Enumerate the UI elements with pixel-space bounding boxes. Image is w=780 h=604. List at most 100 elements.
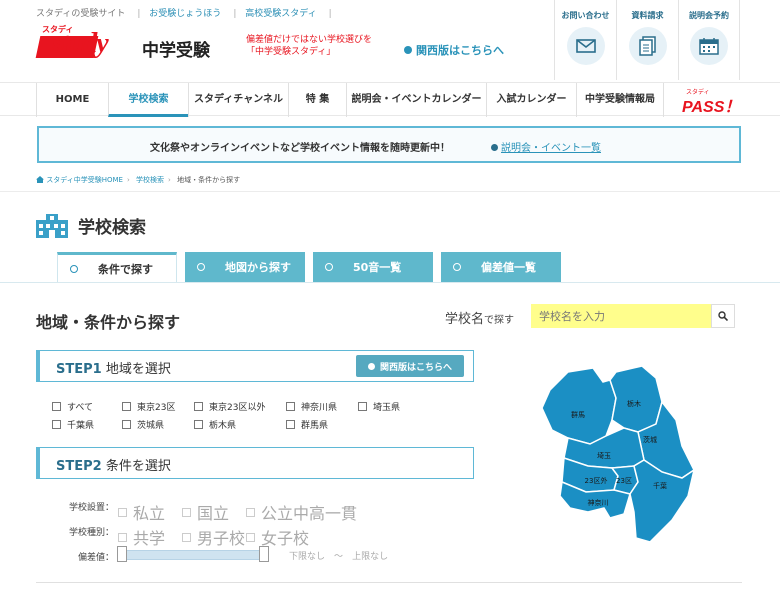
school-building-icon	[36, 213, 68, 238]
tab-gojuon-label: 50音一覧	[353, 261, 402, 274]
page-title: 学校検索	[36, 213, 146, 238]
option-boys[interactable]: 男子校	[182, 525, 245, 549]
home-icon	[36, 176, 44, 183]
nav-study-channel[interactable]: スタディチャンネル	[188, 83, 288, 117]
region-saitama[interactable]: 埼玉県	[358, 400, 400, 413]
event-list-link[interactable]: 説明会・イベント一覧	[491, 139, 601, 154]
tab-map[interactable]: 地図から探す	[185, 252, 305, 282]
option-public-integrated[interactable]: 公立中高一貫	[246, 500, 357, 524]
study-pass-link[interactable]: スタディ PASS！	[680, 87, 740, 116]
toplink-network-label: スタディの受験サイト	[36, 9, 126, 19]
option-label: 公立中高一貫	[261, 504, 358, 523]
breadcrumb-current: 地域・条件から探す	[177, 176, 241, 184]
checkbox[interactable]	[182, 532, 191, 542]
option-girls[interactable]: 女子校	[246, 525, 309, 549]
slider-handle-min[interactable]	[117, 546, 127, 562]
arrow-circle-icon	[367, 362, 375, 370]
region-tokyo-other[interactable]: 東京23区以外	[194, 400, 265, 413]
reservation-button[interactable]: 説明会予約	[678, 0, 740, 80]
nav-school-search[interactable]: 学校検索	[108, 83, 188, 117]
tab-gojuon[interactable]: 50音一覧	[313, 252, 433, 282]
region-tochigi[interactable]: 栃木県	[194, 418, 236, 431]
checkbox[interactable]	[194, 402, 203, 411]
kansai-link[interactable]: 関西版はこちらへ	[404, 42, 504, 58]
map-region-tochigi[interactable]	[609, 365, 663, 433]
mail-icon	[575, 39, 596, 53]
nav-feature[interactable]: 特 集	[288, 83, 346, 117]
toplink-koukou[interactable]: 高校受験スタディ	[245, 9, 316, 19]
region-label: 茨城県	[137, 421, 165, 431]
site-logo[interactable]: スタディ study 中学受験	[35, 22, 218, 68]
notice-message: 文化祭やオンラインイベントなど学校イベント情報を随時更新中！	[150, 143, 450, 154]
checkbox[interactable]	[122, 420, 131, 429]
region-gunma[interactable]: 群馬県	[286, 418, 328, 431]
search-button[interactable]	[711, 304, 735, 328]
deviation-range-text: 下限なし ～ 上限なし	[289, 549, 388, 562]
map-region-gunma[interactable]	[541, 367, 617, 445]
contact-label: お問い合わせ	[561, 11, 610, 20]
nav-event-calendar[interactable]: 説明会・イベントカレンダー	[346, 83, 486, 117]
main-nav: HOME 学校検索 スタディチャンネル 特 集 説明会・イベントカレンダー 入試…	[0, 82, 780, 117]
deviation-slider[interactable]	[122, 550, 264, 560]
request-docs-button[interactable]: 資料請求	[616, 0, 678, 80]
request-docs-label: 資料請求	[631, 11, 664, 20]
option-national[interactable]: 国立	[182, 500, 229, 524]
checkbox[interactable]	[118, 532, 127, 542]
step1-title: 地域を選択	[105, 362, 171, 377]
checkbox[interactable]	[194, 420, 203, 429]
region-label: 千葉県	[67, 421, 95, 431]
region-label: 神奈川県	[301, 403, 338, 413]
tab-conditions[interactable]: 条件で探す	[57, 252, 177, 282]
checkbox[interactable]	[52, 402, 61, 411]
checkbox[interactable]	[182, 507, 191, 517]
section-title: 地域・条件から探す	[36, 313, 181, 332]
arrow-circle-icon	[453, 263, 461, 271]
breadcrumb-school-search[interactable]: 学校検索	[136, 176, 164, 184]
document-icon	[638, 36, 656, 56]
tagline: 偏差値だけではない学校選びを 「中学受験スタディ」	[246, 34, 372, 58]
region-label: すべて	[67, 403, 94, 413]
checkbox[interactable]	[52, 420, 61, 429]
school-type-label: 学校種別：	[68, 528, 114, 538]
slider-handle-max[interactable]	[259, 546, 269, 562]
deviation-label: 偏差値：	[77, 553, 114, 563]
breadcrumb-home[interactable]: スタディ中学受験HOME	[46, 176, 123, 184]
nav-exam-calendar[interactable]: 入試カレンダー	[486, 83, 576, 117]
nav-home[interactable]: HOME	[36, 83, 108, 117]
tab-deviation[interactable]: 偏差値一覧	[441, 252, 561, 282]
region-chiba[interactable]: 千葉県	[52, 418, 94, 431]
search-label-sub: で探す	[484, 315, 515, 326]
kansai-button-label: 関西版はこちらへ	[379, 362, 452, 373]
search-label-main: 学校名	[445, 312, 485, 327]
establishment-label: 学校設置：	[68, 503, 114, 513]
option-label: 共学	[133, 529, 166, 548]
checkbox[interactable]	[246, 532, 255, 542]
checkbox[interactable]	[286, 402, 295, 411]
top-links: スタディの受験サイト | お受験じょうほう | 高校受験スタディ |	[36, 9, 332, 19]
option-private[interactable]: 私立	[118, 500, 165, 524]
nav-info-bureau[interactable]: 中学受験情報局	[576, 83, 664, 117]
map-label-saitama: 埼玉	[597, 451, 611, 460]
toplink-ojuken[interactable]: お受験じょうほう	[149, 9, 221, 19]
region-all[interactable]: すべて	[52, 400, 93, 413]
map-label-ibaraki: 茨城	[643, 435, 657, 444]
region-ibaraki[interactable]: 茨城県	[122, 418, 164, 431]
page-title-text: 学校検索	[78, 218, 146, 238]
option-label: 国立	[197, 504, 230, 523]
checkbox[interactable]	[246, 507, 255, 517]
region-tokyo23[interactable]: 東京23区	[122, 400, 175, 413]
contact-button[interactable]: お問い合わせ	[554, 0, 616, 80]
region-kanagawa[interactable]: 神奈川県	[286, 400, 337, 413]
deviation-row: 偏差値：	[56, 550, 114, 563]
region-label: 埼玉県	[373, 403, 401, 413]
checkbox[interactable]	[358, 402, 367, 411]
school-name-input[interactable]	[531, 304, 711, 328]
checkbox[interactable]	[122, 402, 131, 411]
bottom-divider	[36, 582, 742, 583]
option-label: 男子校	[197, 529, 246, 548]
event-notice: 文化祭やオンラインイベントなど学校イベント情報を随時更新中！ 説明会・イベント一…	[37, 126, 741, 163]
pass-logo: PASS！	[682, 99, 741, 116]
checkbox[interactable]	[286, 420, 295, 429]
checkbox[interactable]	[118, 507, 127, 517]
kansai-version-button[interactable]: 関西版はこちらへ	[356, 355, 464, 377]
